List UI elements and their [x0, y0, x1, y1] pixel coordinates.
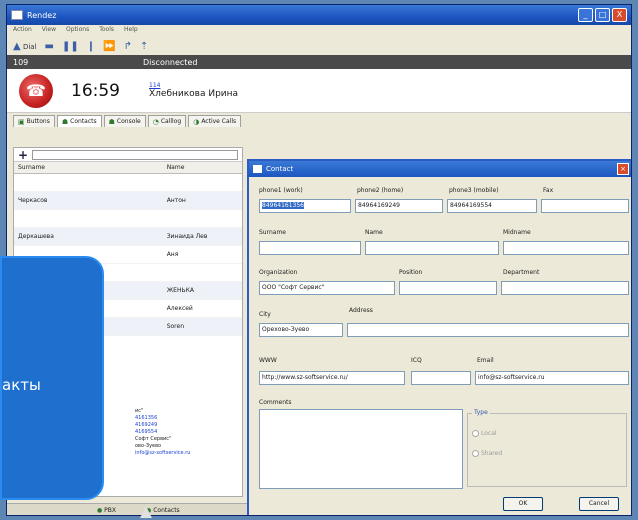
midname-label: Midname [503, 229, 531, 236]
table-row[interactable] [14, 174, 242, 192]
surname-field[interactable] [259, 241, 361, 255]
contact-detail-card: ис" 4161356 4169249 4169554 Софт Сервис"… [135, 408, 191, 456]
www-label: WWW [259, 357, 277, 364]
pointer-arrow-icon [140, 506, 152, 518]
column-surname[interactable]: Surname [14, 164, 163, 171]
tab-bar: ▣ Buttons ☗ Contacts ☗ Console ◔ Calllog ◑ Ac… [7, 113, 631, 127]
type-shared-radio[interactable]: Shared [472, 450, 502, 457]
city-field[interactable]: Орехово-Зуево [259, 323, 343, 337]
phone1-field[interactable]: 84964161356 [259, 199, 351, 213]
hold-icon[interactable]: ❚❚ [62, 41, 79, 52]
maximize-button[interactable]: □ [595, 8, 610, 22]
fax-label: Fax [543, 187, 554, 194]
menu-tools[interactable]: Tools [99, 26, 114, 36]
caller-number[interactable]: 114 [149, 82, 238, 89]
organization-field[interactable]: ООО "Софт Сервис" [259, 281, 395, 295]
department-field[interactable] [501, 281, 629, 295]
type-label: Type [472, 409, 490, 416]
contacts-icon: ☗ [61, 117, 69, 126]
park-icon[interactable]: ⇡ [140, 41, 148, 52]
menu-action[interactable]: Action [13, 26, 32, 36]
surname-label: Surname [259, 229, 286, 236]
hangup-icon[interactable]: ▬ [45, 41, 54, 52]
dialog-title-bar[interactable]: Contact × [249, 161, 631, 177]
table-row[interactable]: Деркашева Зинаида Лев [14, 228, 242, 246]
department-label: Department [503, 269, 540, 276]
buttons-icon: ▣ [18, 117, 25, 126]
icq-field[interactable] [411, 371, 471, 385]
close-button[interactable]: X [612, 8, 627, 22]
add-contact-button[interactable]: + [18, 148, 28, 162]
name-label: Name [365, 229, 383, 236]
icq-label: ICQ [411, 357, 422, 364]
city-label: City [259, 311, 271, 318]
table-row[interactable]: Черкасов Антон [14, 192, 242, 210]
phone-icon[interactable]: ☎ [19, 73, 53, 108]
dial-button[interactable]: ▲ Dial [13, 41, 37, 52]
minimize-button[interactable]: _ [578, 8, 593, 22]
address-label: Address [349, 307, 373, 314]
comments-textarea[interactable] [259, 409, 463, 489]
position-label: Position [399, 269, 423, 276]
mute-icon[interactable]: ❙ [87, 41, 95, 52]
dialog-title: Contact [266, 165, 294, 173]
transfer-icon[interactable]: ↱ [124, 41, 132, 52]
caller-name: Хлебникова Ирина [149, 89, 239, 99]
email-label: Email [477, 357, 494, 364]
table-row[interactable] [14, 210, 242, 228]
contact-icon [253, 165, 262, 173]
overlay-callout: акты [0, 256, 104, 500]
column-name[interactable]: Name [163, 164, 242, 171]
phone3-label: phone3 (mobile) [449, 187, 499, 194]
cancel-button[interactable]: Cancel [579, 497, 619, 511]
fax-field[interactable] [541, 199, 629, 213]
phone2-label: phone2 (home) [357, 187, 404, 194]
dialog-close-button[interactable]: × [617, 163, 629, 175]
comments-label: Comments [259, 399, 292, 406]
menu-bar: Action View Options Tools Help [7, 25, 631, 37]
midname-field[interactable] [503, 241, 629, 255]
overlay-text: акты [2, 376, 41, 394]
window-title: Rendez [27, 10, 57, 20]
pbx-status: ● PBX [97, 507, 117, 514]
menu-options[interactable]: Options [66, 26, 89, 36]
email-field[interactable]: info@sz-softservice.ru [475, 371, 629, 385]
www-field[interactable]: http://www.sz-softservice.ru/ [259, 371, 405, 385]
call-time: 16:59 [71, 80, 120, 101]
menu-help[interactable]: Help [124, 26, 138, 36]
ok-button[interactable]: OK [503, 497, 543, 511]
phone3-field[interactable]: 84964169554 [447, 199, 537, 213]
tab-contacts[interactable]: ☗ Contacts [56, 115, 102, 127]
tab-active-calls[interactable]: ◑ Active Calls [188, 115, 242, 127]
type-group: Type Local Shared [467, 409, 627, 487]
line-status: 109 Disconnected [7, 55, 631, 69]
tab-calllog[interactable]: ◔ Calllog [147, 115, 187, 127]
menu-view[interactable]: View [42, 26, 56, 36]
calllog-icon: ◔ [152, 117, 159, 126]
name-field[interactable] [365, 241, 499, 255]
phone2-field[interactable]: 84964169249 [355, 199, 443, 213]
connection-state: Disconnected [143, 57, 198, 67]
console-icon: ☗ [108, 117, 115, 126]
contact-search-input[interactable] [32, 149, 238, 160]
organization-label: Organization [259, 269, 298, 276]
app-icon [11, 10, 23, 20]
type-local-radio[interactable]: Local [472, 430, 497, 437]
active-calls-icon: ◑ [193, 117, 200, 126]
tab-console[interactable]: ☗ Console [103, 115, 146, 127]
tab-buttons[interactable]: ▣ Buttons [13, 115, 55, 127]
call-area: ☎ 16:59 114 Хлебникова Ирина [7, 69, 631, 113]
title-bar[interactable]: Rendez _ □ X [7, 5, 631, 25]
position-field[interactable] [399, 281, 497, 295]
toolbar: ▲ Dial ▬ ❚❚ ❙ ⏩ ↱ ⇡ [7, 37, 631, 55]
contacts-table-header: Surname Name [14, 162, 242, 174]
dial-icon: ▲ [13, 40, 21, 52]
forward-icon[interactable]: ⏩ [103, 41, 115, 52]
address-field[interactable] [347, 323, 629, 337]
phone1-label: phone1 (work) [259, 187, 303, 194]
extension-number: 109 [13, 57, 29, 67]
contact-dialog: Contact × phone1 (work) phone2 (home) ph… [247, 159, 631, 515]
